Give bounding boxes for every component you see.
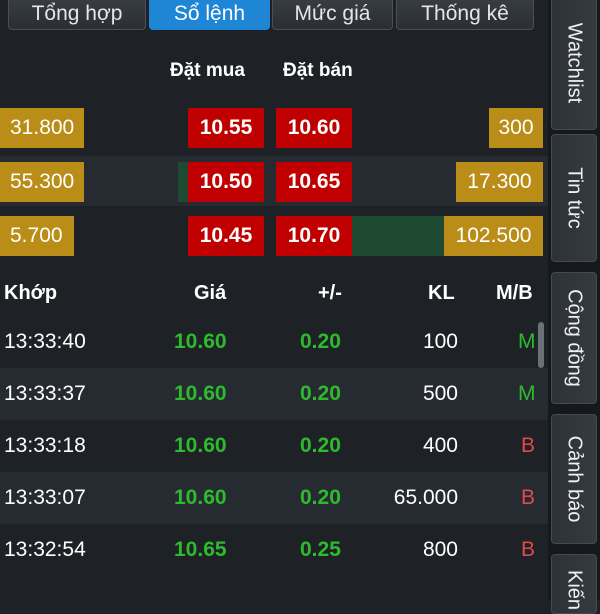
bid-depth-bar	[178, 162, 188, 202]
right-sidebar: Watchlist Tin tức Cộng đồng Cảnh báo Kiế…	[548, 0, 600, 614]
ask-depth-bar	[352, 216, 444, 256]
trade-change: 0.20	[300, 382, 341, 405]
col-change-header: +/-	[318, 282, 342, 304]
trade-side: M	[518, 382, 536, 405]
trade-change: 0.20	[300, 434, 341, 457]
bid-price[interactable]: 10.55	[188, 108, 264, 148]
trade-side: B	[521, 538, 536, 561]
trade-side: M	[518, 330, 536, 353]
trade-row: 13:33:07 10.60 0.20 65.000 B	[0, 472, 548, 524]
sidebar-tab-cong-dong[interactable]: Cộng đồng	[551, 272, 597, 404]
col-time-header: Khớp	[4, 282, 58, 304]
orderbook-row: 31.800 10.55 10.60 300	[0, 102, 548, 152]
trade-time: 13:33:07	[4, 486, 86, 509]
ask-volume: 102.500	[444, 216, 543, 256]
ask-header: Đặt bán	[283, 60, 353, 81]
tab-thong-ke[interactable]: Thống kê	[396, 0, 534, 30]
tab-muc-gia[interactable]: Mức giá	[272, 0, 393, 30]
trade-price: 10.65	[174, 538, 227, 561]
orderbook-row: 55.300 10.50 10.65 17.300	[0, 156, 548, 206]
bid-header: Đặt mua	[170, 60, 245, 81]
trade-time: 13:33:18	[4, 434, 86, 457]
trade-row: 13:33:18 10.60 0.20 400 B	[0, 420, 548, 472]
col-side-header: M/B	[496, 282, 533, 304]
trade-change: 0.25	[300, 538, 341, 561]
tab-tong-hop[interactable]: Tổng hợp	[8, 0, 146, 30]
bid-volume: 31.800	[0, 108, 84, 148]
sidebar-tab-canh-bao[interactable]: Cảnh báo	[551, 414, 597, 544]
col-volume-header: KL	[428, 282, 455, 304]
trade-price: 10.60	[174, 434, 227, 457]
trade-volume: 500	[422, 382, 458, 405]
trade-volume: 400	[422, 434, 458, 457]
tab-so-lenh[interactable]: Sổ lệnh	[149, 0, 270, 30]
ask-volume: 300	[489, 108, 543, 148]
trade-change: 0.20	[300, 486, 341, 509]
ask-price[interactable]: 10.60	[276, 108, 352, 148]
ask-price[interactable]: 10.65	[276, 162, 352, 202]
trade-volume: 800	[422, 538, 458, 561]
trade-time: 13:32:54	[4, 538, 86, 561]
trades-header: Khớp Giá +/- KL M/B	[0, 282, 548, 306]
bid-volume: 55.300	[0, 162, 84, 202]
orderbook-row: 5.700 10.45 10.70 102.500	[0, 210, 548, 260]
sidebar-tab-label: Tin tức	[563, 167, 586, 229]
trade-row: 13:33:40 10.60 0.20 100 M	[0, 316, 548, 368]
trade-side: B	[521, 486, 536, 509]
sidebar-tab-label: Cộng đồng	[563, 289, 586, 387]
sidebar-tab-label: Cảnh báo	[563, 435, 586, 523]
trade-volume: 100	[422, 330, 458, 353]
bid-volume: 5.700	[0, 216, 74, 256]
trade-time: 13:33:40	[4, 330, 86, 353]
trade-row: 13:32:54 10.65 0.25 800 B	[0, 524, 548, 576]
bid-price[interactable]: 10.50	[188, 162, 264, 202]
sidebar-tab-kien[interactable]: Kiến	[551, 554, 597, 614]
sidebar-tab-label: Kiến	[563, 569, 586, 610]
top-tab-bar: Tổng hợp Sổ lệnh Mức giá Thống kê	[0, 0, 548, 32]
trades-scrollbar[interactable]	[538, 322, 544, 368]
trade-price: 10.60	[174, 382, 227, 405]
sidebar-tab-watchlist[interactable]: Watchlist	[551, 0, 597, 130]
ask-volume: 17.300	[456, 162, 543, 202]
trade-change: 0.20	[300, 330, 341, 353]
trade-time: 13:33:37	[4, 382, 86, 405]
sidebar-tab-tin-tuc[interactable]: Tin tức	[551, 134, 597, 262]
col-price-header: Giá	[194, 282, 227, 304]
trade-volume: 65.000	[393, 486, 458, 509]
trade-price: 10.60	[174, 486, 227, 509]
trade-side: B	[521, 434, 536, 457]
ask-price[interactable]: 10.70	[276, 216, 352, 256]
bid-price[interactable]: 10.45	[188, 216, 264, 256]
sidebar-tab-label: Watchlist	[563, 22, 586, 104]
trade-row: 13:33:37 10.60 0.20 500 M	[0, 368, 548, 420]
trade-price: 10.60	[174, 330, 227, 353]
